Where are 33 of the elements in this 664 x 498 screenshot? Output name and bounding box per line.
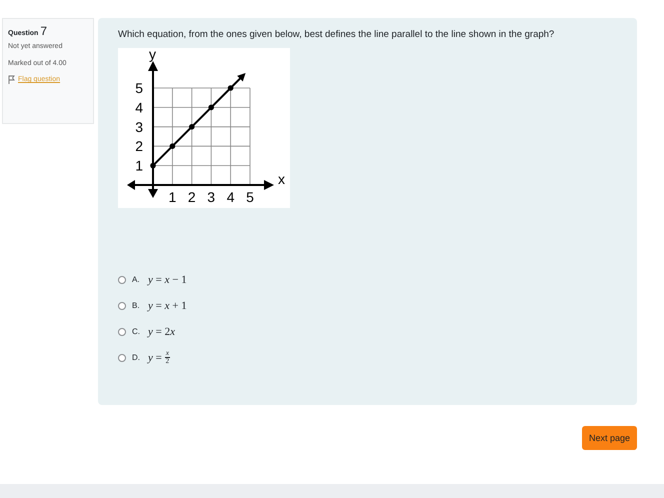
data-point bbox=[228, 85, 234, 91]
radio-button[interactable] bbox=[118, 276, 126, 284]
option-letter: A. bbox=[132, 275, 141, 284]
radio-button[interactable] bbox=[118, 354, 126, 362]
y-tick-label: 2 bbox=[135, 138, 143, 154]
data-point bbox=[208, 104, 214, 110]
y-tick-label: 4 bbox=[135, 99, 143, 116]
option-letter: C. bbox=[132, 327, 141, 336]
x-tick-label: 5 bbox=[246, 189, 254, 205]
data-point bbox=[150, 162, 156, 168]
y-tick-label: 1 bbox=[135, 158, 143, 174]
option-equation: y = x − 1 bbox=[148, 274, 187, 286]
option-equation: y = x + 1 bbox=[148, 300, 187, 312]
question-number: 7 bbox=[40, 24, 48, 38]
y-axis-label: y bbox=[149, 48, 156, 62]
x-tick-label: 3 bbox=[207, 189, 216, 205]
option-equation: y = bbox=[148, 352, 162, 364]
x-tick-label: 1 bbox=[168, 189, 176, 205]
option-letter: D. bbox=[132, 353, 141, 362]
x-axis-label: x bbox=[278, 171, 285, 187]
radio-button[interactable] bbox=[118, 328, 126, 336]
question-text: Which equation, from the ones given below, best defines the line parallel to the line shown in the graph? bbox=[118, 28, 556, 42]
data-point bbox=[170, 143, 176, 149]
next-page-button[interactable]: Next page bbox=[582, 426, 637, 450]
option-letter: B. bbox=[132, 301, 141, 310]
flag-icon bbox=[8, 75, 15, 84]
y-tick-label: 3 bbox=[135, 118, 143, 135]
option-equation: y = 2x bbox=[148, 326, 175, 338]
data-point bbox=[189, 124, 195, 130]
radio-button[interactable] bbox=[118, 302, 126, 310]
y-tick-label: 5 bbox=[135, 80, 143, 96]
x-tick-label: 4 bbox=[226, 189, 234, 205]
x-tick-label: 2 bbox=[188, 189, 196, 205]
